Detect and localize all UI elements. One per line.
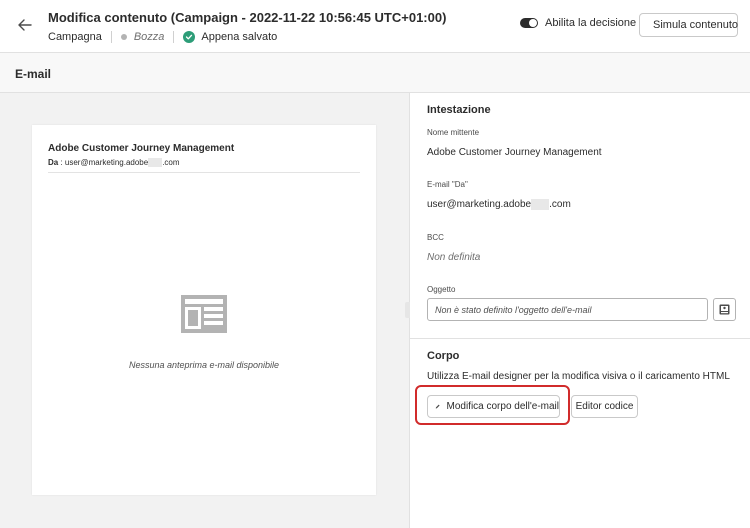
body-section-title: Corpo	[427, 350, 460, 362]
preview-from-label: Da	[48, 158, 59, 167]
simulate-content-label: Simula contenuto	[653, 19, 738, 31]
page-header: Modifica contenuto (Campaign - 2022-11-2…	[0, 0, 750, 53]
status-badge: Bozza	[133, 31, 165, 43]
decision-toggle[interactable]: Abilita la decisione	[520, 17, 636, 29]
sender-name-value: Adobe Customer Journey Management	[427, 147, 602, 158]
from-email-suffix: .com	[549, 199, 571, 211]
body-description: Utilizza E-mail designer per la modifica…	[427, 371, 730, 382]
bcc-value: Non definita	[427, 252, 481, 263]
code-editor-label: Editor codice	[575, 401, 634, 412]
preview-from-suffix: .com	[162, 158, 180, 167]
page-meta: Campagna Bozza Appena salvato	[48, 31, 277, 43]
edit-email-body-button[interactable]: Modifica corpo dell'e-mail	[427, 395, 560, 418]
preview-from: Da : user@marketing.adobe .com	[48, 158, 180, 168]
email-preview-pane: Adobe Customer Journey Management Da : u…	[0, 93, 409, 528]
arrow-left-icon	[18, 19, 32, 31]
section-title: E-mail	[15, 67, 52, 81]
code-editor-button[interactable]: Editor codice	[571, 395, 638, 418]
meta-divider	[173, 31, 175, 43]
from-email-prefix: user@marketing.adobe	[427, 199, 532, 211]
bcc-label: BCC	[427, 233, 444, 242]
subject-label: Oggetto	[427, 285, 456, 294]
edit-email-body-label: Modifica corpo dell'e-mail	[446, 401, 559, 412]
subject-input[interactable]	[427, 298, 708, 321]
email-template-icon	[181, 295, 227, 333]
page-title: Modifica contenuto (Campaign - 2022-11-2…	[48, 10, 447, 25]
preview-sender: Adobe Customer Journey Management	[48, 143, 235, 154]
decision-toggle-label: Abilita la decisione	[545, 17, 637, 29]
personalize-button[interactable]	[713, 298, 736, 321]
check-circle-icon	[183, 31, 196, 43]
preview-divider	[48, 172, 360, 173]
sender-name-label: Nome mittente	[427, 128, 480, 137]
from-email-value: user@marketing.adobe .com	[427, 199, 571, 210]
personalization-icon	[719, 304, 730, 315]
meta-divider	[110, 31, 112, 43]
from-email-label: E-mail "Da"	[427, 180, 468, 189]
email-settings-pane: Intestazione Nome mittente Adobe Custome…	[410, 93, 750, 528]
section-divider	[410, 338, 750, 339]
header-section-title: Intestazione	[427, 104, 491, 116]
campaign-type: Campagna	[48, 31, 102, 43]
back-button[interactable]	[14, 14, 36, 36]
saved-status: Appena salvato	[201, 31, 278, 43]
toggle-switch[interactable]	[520, 18, 538, 28]
masked-domain	[148, 158, 163, 168]
masked-domain	[531, 199, 550, 210]
status-dot	[120, 34, 127, 40]
no-preview-message: Nessuna anteprima e-mail disponibile	[128, 360, 280, 370]
section-bar: E-mail	[0, 53, 750, 93]
email-preview-card: Adobe Customer Journey Management Da : u…	[32, 125, 376, 495]
preview-from-prefix: user@marketing.adobe	[64, 158, 149, 167]
simulate-content-button[interactable]: Simula contenuto	[639, 13, 738, 37]
pencil-icon	[435, 404, 440, 409]
